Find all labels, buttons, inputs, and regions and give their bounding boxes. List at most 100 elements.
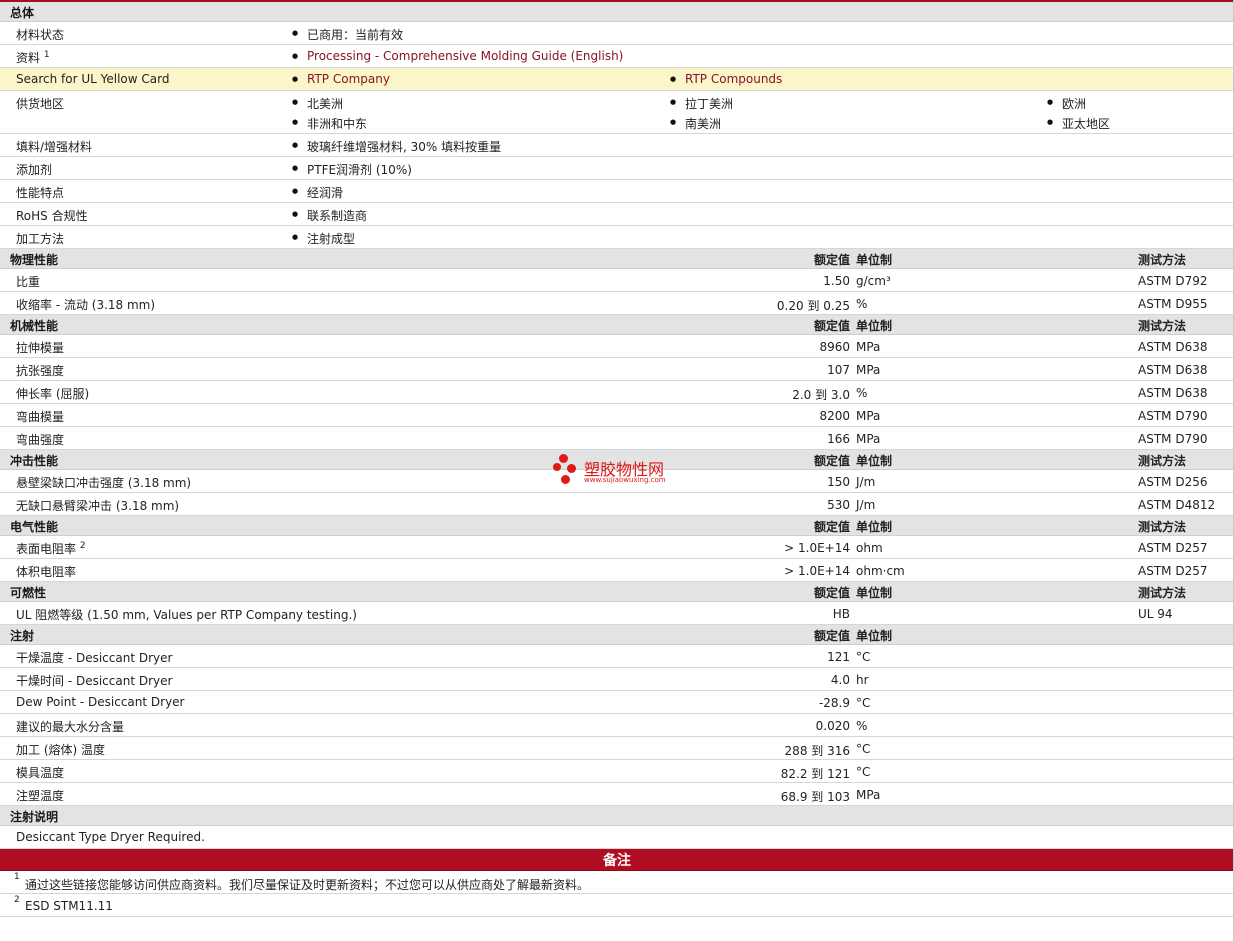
property-label: 弯曲强度 xyxy=(16,433,65,447)
property-row: 注塑温度 68.9 到 103 MPa xyxy=(0,783,1234,806)
row-label: 性能特点 xyxy=(16,186,65,200)
property-row: 收缩率 - 流动 (3.18 mm) 0.20 到 0.25 % ASTM D9… xyxy=(0,292,1234,315)
property-value: 107 xyxy=(827,363,850,377)
property-unit: ohm xyxy=(856,541,883,555)
property-unit: J/m xyxy=(856,498,876,512)
property-value: HB xyxy=(832,607,850,621)
section-electrical-header: 电气性能 额定值 单位制 测试方法 xyxy=(0,516,1234,536)
property-label: 悬壁梁缺口冲击强度 (3.18 mm) xyxy=(16,476,192,490)
row-label: Search for UL Yellow Card xyxy=(16,72,170,86)
property-row: 抗张强度 107 MPa ASTM D638 xyxy=(0,358,1234,381)
property-unit: % xyxy=(856,719,868,733)
section-general-header: 总体 xyxy=(0,2,1234,22)
status-value: 已商用：当前有效 xyxy=(292,26,403,43)
region-item: 拉丁美洲 xyxy=(670,95,733,112)
row-filler: 填料/增强材料 玻璃纤维增强材料, 30% 填料按重量 xyxy=(0,134,1234,157)
section-flammability-header: 可燃性 额定值 单位制 测试方法 xyxy=(0,582,1234,602)
property-test: ASTM D790 xyxy=(1138,432,1208,446)
section-title: 可燃性 xyxy=(10,586,47,600)
column-header-value: 额定值 xyxy=(813,319,850,333)
property-value: 8960 xyxy=(819,340,850,354)
property-unit: % xyxy=(856,297,868,311)
property-unit: MPa xyxy=(856,788,881,802)
property-test: ASTM D257 xyxy=(1138,564,1208,578)
property-row: 建议的最大水分含量 0.020 % xyxy=(0,714,1234,737)
rtp-company-link[interactable]: RTP Company xyxy=(292,72,390,86)
property-value: -28.9 xyxy=(818,696,850,710)
property-unit: MPa xyxy=(856,340,881,354)
region-item: 亚太地区 xyxy=(1047,115,1110,132)
row-features: 性能特点 经润滑 xyxy=(0,180,1234,203)
footnote-row: 2 ESD STM11.11 xyxy=(0,894,1234,917)
property-value: 82.2 到 121 xyxy=(780,767,850,781)
row-ul-yellow-card: Search for UL Yellow Card RTP Company RT… xyxy=(0,68,1234,91)
property-row: 弯曲强度 166 MPa ASTM D790 xyxy=(0,427,1234,450)
column-header-unit: 单位制 xyxy=(856,586,893,600)
row-label: 填料/增强材料 xyxy=(16,140,93,154)
property-label: 弯曲模量 xyxy=(16,410,65,424)
property-value: 150 xyxy=(827,475,850,489)
property-test: ASTM D256 xyxy=(1138,475,1208,489)
column-header-test: 测试方法 xyxy=(1138,253,1187,267)
property-row: Dew Point - Desiccant Dryer -28.9 °C xyxy=(0,691,1234,714)
property-row: 模具温度 82.2 到 121 °C xyxy=(0,760,1234,783)
injection-note-row: Desiccant Type Dryer Required. xyxy=(0,826,1234,849)
property-label: 模具温度 xyxy=(16,766,65,780)
property-label: 收缩率 - 流动 (3.18 mm) xyxy=(16,298,156,312)
watermark-url: www.sujiaowuxing.com xyxy=(584,476,666,484)
property-unit: hr xyxy=(856,673,869,687)
property-value: > 1.0E+14 xyxy=(784,564,850,578)
property-row: 伸长率 (屈服) 2.0 到 3.0 % ASTM D638 xyxy=(0,381,1234,404)
section-title: 物理性能 xyxy=(10,253,59,267)
property-unit: g/cm³ xyxy=(856,274,891,288)
property-row: 比重 1.50 g/cm³ ASTM D792 xyxy=(0,269,1234,292)
column-header-test: 测试方法 xyxy=(1138,586,1187,600)
property-value: 530 xyxy=(827,498,850,512)
property-value: 288 到 316 xyxy=(784,744,850,758)
row-label: RoHS 合规性 xyxy=(16,209,88,223)
property-test: ASTM D4812 xyxy=(1138,498,1216,512)
processing-value: 注射成型 xyxy=(292,230,355,247)
property-value: 1.50 xyxy=(823,274,850,288)
property-value: 121 xyxy=(827,650,850,664)
footnote-ref: 2 xyxy=(79,541,86,551)
property-unit: °C xyxy=(856,696,871,710)
row-label: 加工方法 xyxy=(16,232,65,246)
column-header-value: 额定值 xyxy=(813,629,850,643)
feature-value: 经润滑 xyxy=(292,184,343,201)
property-unit: MPa xyxy=(856,409,881,423)
property-row: 无缺口悬臂梁冲击 (3.18 mm) 530 J/m ASTM D4812 xyxy=(0,493,1234,516)
footnote-row: 1 通过这些链接您能够访问供应商资料。我们尽量保证及时更新资料；不过您可以从供应… xyxy=(0,871,1234,894)
property-value: 0.20 到 0.25 xyxy=(776,299,850,313)
footnote-number: 1 xyxy=(14,872,20,882)
region-item: 南美洲 xyxy=(670,115,721,132)
section-title: 机械性能 xyxy=(10,319,59,333)
footnote-text: ESD STM11.11 xyxy=(25,899,113,913)
property-label: 加工 (熔体) 温度 xyxy=(16,743,105,757)
section-mechanical-header: 机械性能 额定值 单位制 测试方法 xyxy=(0,315,1234,335)
row-regions: 供货地区 北美洲 拉丁美洲 欧洲 非洲和中东 南美洲 亚太地区 xyxy=(0,91,1234,134)
column-header-value: 额定值 xyxy=(813,586,850,600)
property-test: ASTM D638 xyxy=(1138,363,1208,377)
property-value: 4.0 xyxy=(830,673,850,687)
property-label: 无缺口悬臂梁冲击 (3.18 mm) xyxy=(16,499,180,513)
footnote-number: 2 xyxy=(14,895,20,905)
property-value: 8200 xyxy=(819,409,850,423)
property-unit: MPa xyxy=(856,432,881,446)
property-test: UL 94 xyxy=(1138,607,1173,621)
rtp-compounds-link[interactable]: RTP Compounds xyxy=(670,72,782,86)
property-row: 干燥时间 - Desiccant Dryer 4.0 hr xyxy=(0,668,1234,691)
property-test: ASTM D955 xyxy=(1138,297,1208,311)
property-value: 166 xyxy=(827,432,850,446)
column-header-test: 测试方法 xyxy=(1138,520,1187,534)
molding-guide-link[interactable]: Processing - Comprehensive Molding Guide… xyxy=(292,49,623,63)
property-row: 拉伸模量 8960 MPa ASTM D638 xyxy=(0,335,1234,358)
property-row: 干燥温度 - Desiccant Dryer 121 °C xyxy=(0,645,1234,668)
additive-value: PTFE润滑剂 (10%) xyxy=(292,161,412,178)
injection-note-text: Desiccant Type Dryer Required. xyxy=(16,830,205,844)
row-label: 供货地区 xyxy=(16,97,65,111)
row-label: 材料状态 xyxy=(16,28,65,42)
property-row: 表面电阻率 2 > 1.0E+14 ohm ASTM D257 xyxy=(0,536,1234,559)
watermark: 塑胶物性网 www.sujiaowuxing.com xyxy=(553,454,703,490)
notes-title: 备注 xyxy=(603,853,631,869)
